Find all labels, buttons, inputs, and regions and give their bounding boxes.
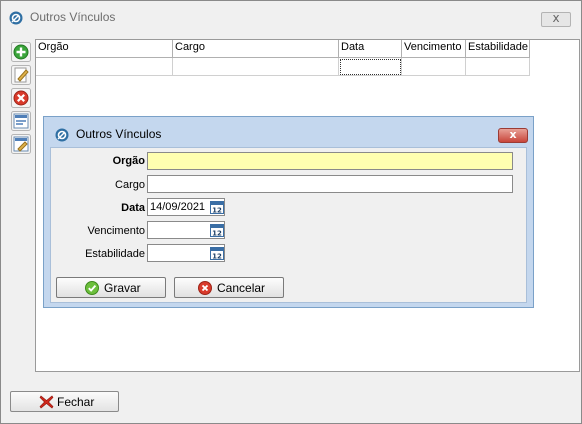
app-logo-icon xyxy=(55,128,69,142)
dialog-close-button[interactable]: x xyxy=(498,128,528,143)
column-header-vencimento[interactable]: Vencimento xyxy=(402,40,466,58)
calendar-icon-text: 12 xyxy=(212,252,222,260)
orgao-label: Orgão xyxy=(112,155,145,167)
orgao-field[interactable] xyxy=(147,152,513,170)
column-header-orgao[interactable]: Orgão xyxy=(36,40,173,58)
calendar-icon-text: 12 xyxy=(212,206,222,214)
edit-icon[interactable] xyxy=(11,65,31,85)
estabilidade-label: Estabilidade xyxy=(85,248,145,260)
dialog-form: Orgão Cargo Data 14/09/2021 12 Venciment… xyxy=(50,147,527,303)
grid-cell-focused[interactable] xyxy=(339,58,402,76)
column-header-data[interactable]: Data xyxy=(339,40,402,58)
calendar-icon[interactable]: 12 xyxy=(210,246,224,260)
cargo-label: Cargo xyxy=(115,179,145,191)
close-icon: x xyxy=(509,128,517,141)
outros-vinculos-dialog: Outros Vínculos x Orgão Cargo Data 14/09… xyxy=(43,116,534,308)
calendar-icon[interactable]: 12 xyxy=(210,223,224,237)
vencimento-label: Vencimento xyxy=(87,225,145,237)
grid-cell[interactable] xyxy=(36,58,173,76)
save-button-label: Gravar xyxy=(104,281,141,295)
cargo-field[interactable] xyxy=(147,175,513,193)
app-logo-icon xyxy=(9,11,23,25)
close-button-label: Fechar xyxy=(57,395,95,409)
list-icon[interactable] xyxy=(11,111,31,131)
grid-cell[interactable] xyxy=(173,58,339,76)
cancel-button[interactable]: Cancelar xyxy=(174,277,284,298)
delete-icon[interactable] xyxy=(11,88,31,108)
grid-cell[interactable] xyxy=(402,58,466,76)
calendar-icon[interactable]: 12 xyxy=(210,200,224,214)
save-button[interactable]: Gravar xyxy=(56,277,166,298)
dialog-title: Outros Vínculos xyxy=(76,127,162,141)
red-x-icon xyxy=(39,395,54,409)
check-icon xyxy=(85,281,99,295)
column-header-cargo[interactable]: Cargo xyxy=(173,40,339,58)
cancel-icon xyxy=(198,281,212,295)
column-header-estabilidade[interactable]: Estabilidade xyxy=(466,40,530,58)
calendar-icon-text: 12 xyxy=(212,229,222,237)
dialog-title-bar: Outros Vínculos x xyxy=(44,117,533,147)
window-title-bar: Outros Vínculos x xyxy=(1,1,581,35)
add-icon[interactable] xyxy=(11,42,31,62)
close-icon: x xyxy=(552,11,560,25)
data-label: Data xyxy=(121,202,145,214)
window-close-button[interactable]: x xyxy=(541,11,571,27)
cancel-button-label: Cancelar xyxy=(217,281,266,295)
edit-list-icon[interactable] xyxy=(11,134,31,154)
window-title: Outros Vínculos xyxy=(30,10,116,24)
close-button[interactable]: Fechar xyxy=(10,391,119,412)
grid-cell[interactable] xyxy=(466,58,530,76)
main-window: Outros Vínculos x Orgão Cargo Data Venci… xyxy=(0,0,582,424)
